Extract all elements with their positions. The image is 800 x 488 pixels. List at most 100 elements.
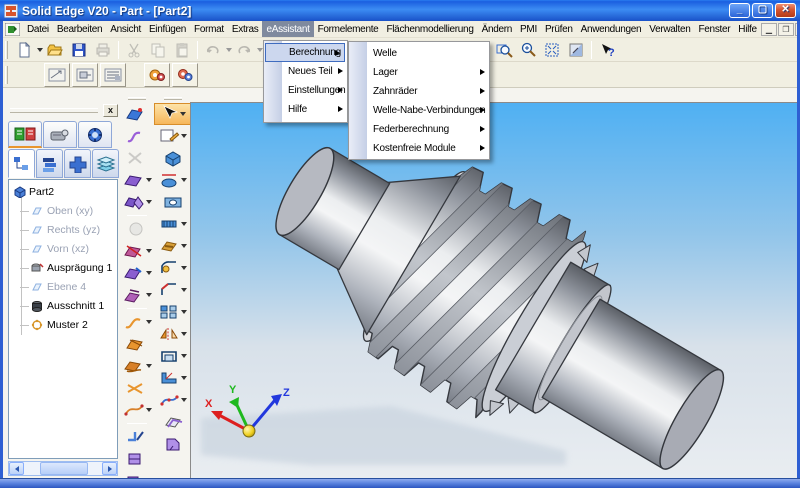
view-manager-button[interactable] bbox=[564, 39, 588, 61]
tab-feature-library[interactable] bbox=[8, 121, 42, 148]
tab-sensors[interactable] bbox=[43, 121, 77, 148]
menu-bearbeiten[interactable]: Bearbeiten bbox=[53, 21, 106, 37]
menu-pmi[interactable]: PMI bbox=[516, 21, 541, 37]
toolbar-grip[interactable] bbox=[5, 66, 8, 84]
dropdown-caret[interactable] bbox=[146, 320, 152, 324]
menu-einfuegen[interactable]: Einfügen bbox=[145, 21, 190, 37]
dropdown-caret[interactable] bbox=[146, 271, 152, 275]
minimize-button[interactable]: _ bbox=[729, 3, 750, 18]
dropdown-caret[interactable] bbox=[146, 200, 152, 204]
dropdown-caret[interactable] bbox=[181, 222, 187, 226]
zoom-area-button[interactable] bbox=[492, 39, 516, 61]
split-surface-button[interactable] bbox=[122, 448, 152, 470]
revolved-protrusion-button[interactable] bbox=[154, 169, 191, 191]
extruded-surface-button[interactable] bbox=[122, 169, 152, 191]
submenu-item-federberechnung[interactable]: Federberechnung bbox=[349, 120, 489, 139]
bluedot-surface-button[interactable] bbox=[122, 103, 152, 125]
menu-item-berechnung[interactable]: Berechnung bbox=[265, 43, 345, 62]
hole-button[interactable] bbox=[154, 191, 191, 213]
maximize-button[interactable]: ▢ bbox=[752, 3, 773, 18]
rib-button[interactable] bbox=[154, 367, 191, 389]
dropdown-caret[interactable] bbox=[180, 112, 186, 116]
menu-formelemente[interactable]: Formelemente bbox=[314, 21, 383, 37]
dropdown-caret[interactable] bbox=[146, 408, 152, 412]
lip-button[interactable] bbox=[154, 389, 191, 411]
tab-feature-pathfinder[interactable] bbox=[8, 149, 35, 178]
menu-item-neues-teil[interactable]: Neues Teil bbox=[264, 62, 347, 81]
edgebar-grip[interactable] bbox=[10, 108, 98, 113]
menu-aendern[interactable]: Ändern bbox=[478, 21, 516, 37]
close-button[interactable]: ✕ bbox=[775, 3, 796, 18]
tab-family-of-parts[interactable] bbox=[64, 149, 91, 178]
open-button[interactable] bbox=[43, 39, 67, 61]
eassistant-tool-1-button[interactable] bbox=[44, 63, 70, 87]
viewport-canvas[interactable]: X Y Z bbox=[191, 103, 797, 478]
toolbar-grip[interactable] bbox=[5, 41, 8, 59]
tree-item-ebene-4[interactable]: Ebene 4 bbox=[11, 278, 86, 296]
protrusion-button[interactable] bbox=[154, 147, 191, 169]
menu-pruefen[interactable]: Prüfen bbox=[541, 21, 577, 37]
tree-item-ausschnitt-1[interactable]: Ausschnitt 1 bbox=[11, 297, 104, 315]
dropdown-caret[interactable] bbox=[181, 266, 187, 270]
dropdown-caret[interactable] bbox=[146, 293, 152, 297]
menu-verwalten[interactable]: Verwalten bbox=[645, 21, 694, 37]
eassistant-gears-1-button[interactable] bbox=[144, 63, 170, 87]
chamfer-button[interactable] bbox=[154, 279, 191, 301]
scroll-track[interactable] bbox=[88, 462, 102, 475]
project-curve-button[interactable] bbox=[122, 333, 152, 355]
mdi-minimize-button[interactable]: ▁ bbox=[761, 23, 777, 36]
eassistant-gears-2-button[interactable] bbox=[172, 63, 198, 87]
dropdown-caret[interactable] bbox=[181, 332, 187, 336]
dropdown-caret[interactable] bbox=[181, 288, 187, 292]
menu-eassistant[interactable]: eAssistant bbox=[262, 21, 313, 37]
help-pointer-button[interactable]: ? bbox=[595, 39, 619, 61]
new-document-button[interactable] bbox=[12, 39, 36, 61]
menu-format[interactable]: Format bbox=[190, 21, 228, 37]
keypoint-curve-button[interactable] bbox=[122, 399, 152, 421]
trim-surface-button[interactable] bbox=[122, 240, 152, 262]
menu-fenster[interactable]: Fenster bbox=[694, 21, 734, 37]
submenu-item-welle[interactable]: Welle bbox=[349, 44, 489, 63]
dropdown-caret[interactable] bbox=[146, 249, 152, 253]
tab-ecomponents[interactable] bbox=[78, 121, 112, 148]
curve-by-table-button[interactable] bbox=[122, 311, 152, 333]
mdi-restore-button[interactable]: ❐ bbox=[778, 23, 794, 36]
menu-item-hilfe[interactable]: Hilfe bbox=[264, 100, 347, 119]
edgebar-close-button[interactable]: x bbox=[103, 104, 118, 117]
sketch-button[interactable] bbox=[154, 125, 191, 147]
eassistant-tool-2-button[interactable] bbox=[72, 63, 98, 87]
menu-item-einstellungen[interactable]: Einstellungen bbox=[264, 81, 347, 100]
wrapped-curve-button[interactable] bbox=[122, 355, 152, 377]
replace-face-button[interactable] bbox=[122, 262, 152, 284]
dropdown-caret[interactable] bbox=[181, 134, 187, 138]
dropdown-caret[interactable] bbox=[181, 244, 187, 248]
thread-button[interactable] bbox=[154, 213, 191, 235]
dropdown-caret[interactable] bbox=[181, 178, 187, 182]
swept-curve-button[interactable] bbox=[122, 125, 152, 147]
menu-anwendungen[interactable]: Anwendungen bbox=[577, 21, 646, 37]
tree-horizontal-scrollbar[interactable] bbox=[8, 461, 118, 476]
dropdown-caret[interactable] bbox=[181, 398, 187, 402]
pattern-button[interactable] bbox=[154, 301, 191, 323]
dropdown-caret[interactable] bbox=[181, 376, 187, 380]
cross-curve-button[interactable] bbox=[122, 377, 152, 399]
tab-used-sketches[interactable] bbox=[92, 149, 119, 178]
menu-ansicht[interactable]: Ansicht bbox=[106, 21, 145, 37]
tree-item-part2[interactable]: Part2 bbox=[13, 183, 54, 201]
offset-surface-button[interactable] bbox=[122, 284, 152, 306]
scroll-thumb[interactable] bbox=[40, 462, 88, 475]
scroll-right-button[interactable] bbox=[102, 462, 117, 475]
dropdown-caret[interactable] bbox=[146, 364, 152, 368]
tree-item-auspraegung-1[interactable]: Ausprägung 1 bbox=[11, 259, 112, 277]
stitched-surface-button[interactable] bbox=[122, 191, 152, 213]
mirror-copy-button[interactable] bbox=[154, 323, 191, 345]
toolbar-grip[interactable] bbox=[164, 97, 182, 100]
dropdown-caret[interactable] bbox=[181, 310, 187, 314]
dropdown-caret[interactable] bbox=[146, 178, 152, 182]
scroll-left-button[interactable] bbox=[9, 462, 24, 475]
slot-button[interactable] bbox=[154, 235, 191, 257]
tree-item-rechts-yz[interactable]: Rechts (yz) bbox=[11, 221, 100, 239]
dropdown-caret[interactable] bbox=[181, 354, 187, 358]
document-system-icon[interactable] bbox=[5, 23, 20, 36]
select-tool-button[interactable] bbox=[154, 103, 191, 125]
